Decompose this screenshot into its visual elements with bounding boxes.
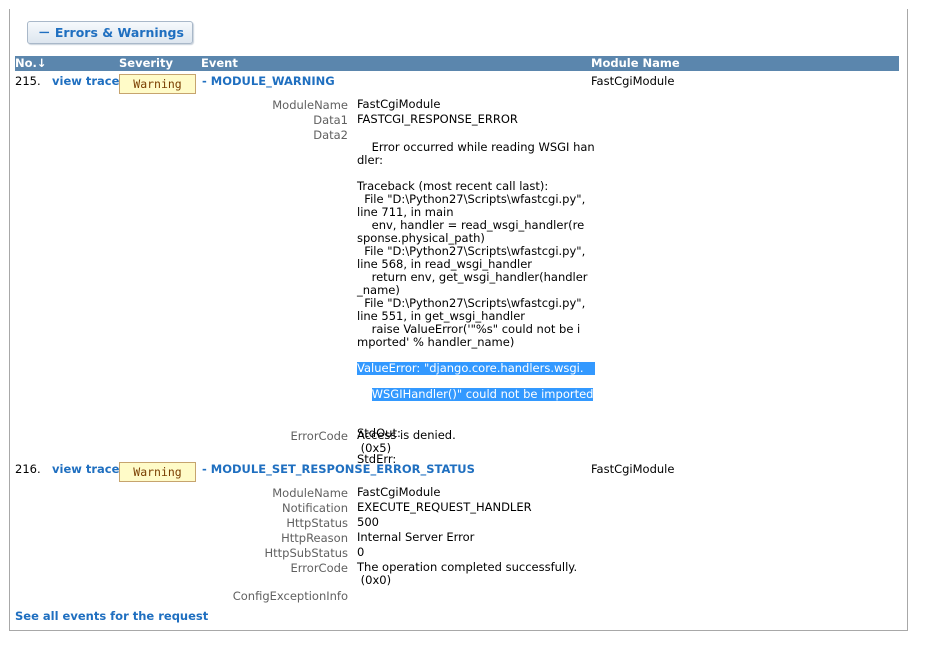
detail-label: ErrorCode <box>290 429 348 443</box>
detail-value: 0 <box>357 545 365 559</box>
detail-value: FastCgiModule <box>357 485 441 499</box>
row-number: 215. <box>15 74 41 88</box>
event-name-link[interactable]: - MODULE_WARNING <box>202 74 335 88</box>
detail-label: HttpReason <box>281 531 348 545</box>
view-trace-link[interactable]: view trace <box>52 74 119 88</box>
severity-badge: Warning <box>119 462 196 482</box>
detail-label: ModuleName <box>272 98 348 112</box>
event-name-link[interactable]: - MODULE_SET_RESPONSE_ERROR_STATUS <box>202 462 475 476</box>
severity-badge: Warning <box>119 74 196 94</box>
detail-value: The operation completed successfully. (0… <box>357 560 578 587</box>
module-name: FastCgiModule <box>591 74 675 88</box>
traceback-text: Error occurred while reading WSGI han dl… <box>357 140 595 349</box>
see-all-events-link[interactable]: See all events for the request <box>15 609 208 623</box>
detail-label: Notification <box>282 501 348 515</box>
selected-error-line: ValueError: "django.core.handlers.wsgi. <box>357 362 595 375</box>
detail-value: Access is denied. (0x5) <box>357 428 456 455</box>
detail-value: FASTCGI_RESPONSE_ERROR <box>357 112 518 126</box>
column-severity[interactable]: Severity <box>119 56 173 71</box>
errors-warnings-toggle-button[interactable]: － Errors & Warnings <box>27 21 193 44</box>
detail-value: EXECUTE_REQUEST_HANDLER <box>357 500 532 514</box>
module-name: FastCgiModule <box>591 462 675 476</box>
selected-error-line: WSGIHandler()" could not be imported <box>371 387 594 401</box>
detail-value: Internal Server Error <box>357 530 475 544</box>
column-module-name[interactable]: Module Name <box>591 56 680 71</box>
detail-value: 500 <box>357 515 379 529</box>
detail-label: ModuleName <box>272 486 348 500</box>
detail-label: Data2 <box>313 128 348 142</box>
detail-label: HttpStatus <box>286 516 348 530</box>
detail-label: HttpSubStatus <box>264 546 349 560</box>
row-number: 216. <box>15 462 41 476</box>
detail-label: ErrorCode <box>290 561 348 575</box>
detail-label: Data1 <box>313 113 348 127</box>
column-event[interactable]: Event <box>201 56 238 71</box>
table-header: No.↓ Severity Event Module Name <box>15 56 899 71</box>
view-trace-link[interactable]: view trace <box>52 462 119 476</box>
detail-value: FastCgiModule <box>357 97 441 111</box>
data2-traceback: Error occurred while reading WSGI han dl… <box>357 128 595 479</box>
column-no[interactable]: No.↓ <box>15 56 47 71</box>
detail-label: ConfigExceptionInfo <box>232 589 348 603</box>
